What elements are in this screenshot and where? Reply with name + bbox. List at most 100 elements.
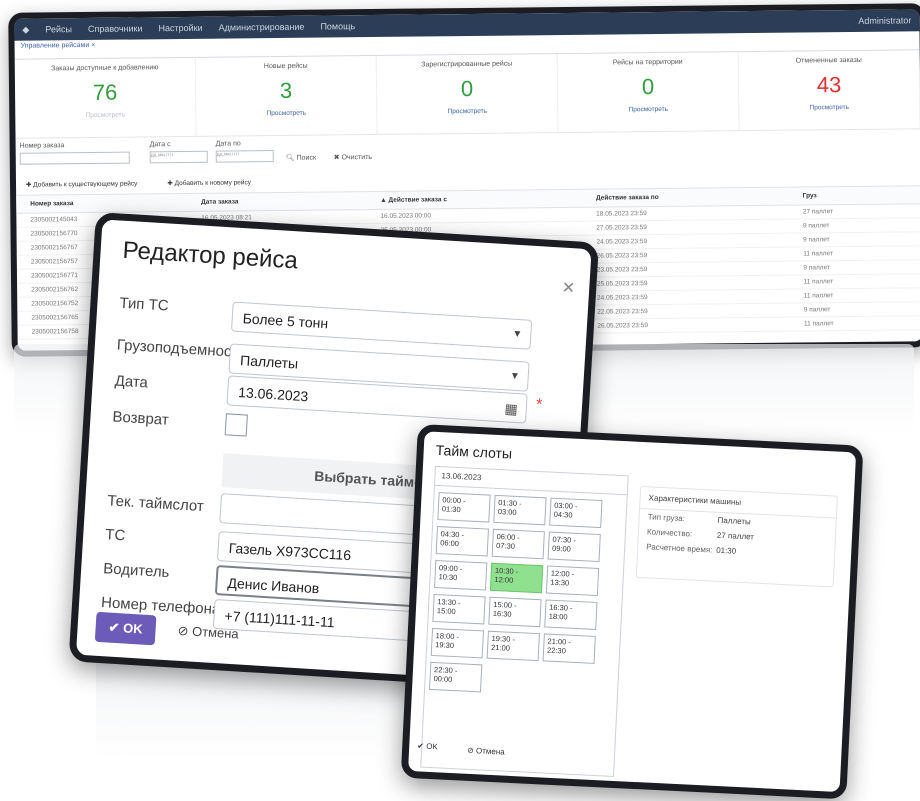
vehicle-label: ТС: [104, 526, 126, 545]
column-valid-from[interactable]: ▲ Действие заказа с: [366, 189, 583, 210]
capacity-value: Паллеты: [239, 352, 299, 372]
user-name[interactable]: Administrator: [858, 15, 911, 26]
cargo-type-label: Тип груза:: [647, 512, 686, 524]
timeslot[interactable]: 12:00 - 13:30: [545, 565, 600, 596]
timeslot[interactable]: 03:00 - 04:30: [549, 497, 603, 529]
cancel-icon: ⊘: [177, 622, 189, 639]
menu-item-references[interactable]: Справочники: [88, 23, 143, 34]
vehicle-type-select[interactable]: Более 5 тонн ▼: [230, 301, 533, 350]
timeslots-cancel-label: Отмена: [475, 746, 505, 757]
table-cell: 27 паллет: [788, 203, 920, 220]
clear-label: Очистить: [341, 154, 373, 162]
stat-label: Новые рейсы: [263, 62, 308, 71]
vehicle-details-panel: Характеристики машины Тип груза: Паллеты…: [635, 485, 839, 588]
chevron-down-icon: ▼: [509, 370, 521, 383]
timeslot[interactable]: 16:30 - 18:00: [544, 599, 598, 630]
column-order-date[interactable]: Дата заказа: [187, 191, 367, 212]
stat-cancelled-orders: Отмененные заказы 43 Просмотреть: [738, 50, 920, 131]
check-icon: ✔: [417, 741, 425, 751]
table-cell: 11 паллет: [789, 287, 920, 304]
stat-view-link[interactable]: Просмотреть: [15, 111, 195, 120]
cancel-label: Отмена: [191, 623, 240, 642]
timeslot[interactable]: 06:00 - 07:30: [491, 528, 545, 560]
menu-item-administration[interactable]: Администрирование: [219, 22, 305, 33]
cargo-type-value: Паллеты: [717, 515, 751, 527]
add-to-existing-trip-button[interactable]: ✚ Добавить к существующему рейсу: [26, 179, 137, 188]
vehicle-value: Газель Х973СС116: [228, 539, 352, 564]
check-icon: ✔: [108, 619, 121, 636]
timeslot[interactable]: 00:00 - 01:30: [437, 492, 491, 523]
timeslot[interactable]: 07:30 - 09:00: [547, 531, 601, 563]
chevron-down-icon: ▼: [512, 328, 523, 341]
timeslots-ok-button[interactable]: ✔ OK: [417, 741, 438, 751]
quantity-value: 27 паллет: [716, 530, 755, 542]
menu-item-settings[interactable]: Настройки: [158, 23, 202, 33]
date-to-input[interactable]: дд.мм.гггг: [215, 150, 274, 163]
column-order-number[interactable]: Номер заказа: [16, 193, 188, 214]
ok-button[interactable]: ✔ OK: [94, 611, 157, 646]
table-cell: 26.05.2023 23:59: [583, 317, 791, 334]
date-value: 13.06.2023: [237, 384, 309, 405]
order-number-label: Номер заказа: [19, 142, 65, 150]
date-from-input[interactable]: дд.мм.гггг: [149, 150, 208, 164]
return-label: Возврат: [112, 408, 170, 429]
phone-value: +7 (111)111-11-11: [224, 607, 336, 631]
table-cell: 9 паллет: [789, 259, 920, 276]
stat-value: 0: [641, 74, 655, 100]
stat-value: 3: [279, 77, 293, 103]
menu-item-trips[interactable]: Рейсы: [45, 24, 72, 34]
timeslot[interactable]: 22:30 - 00:00: [429, 661, 483, 693]
timeslot-selected[interactable]: 10:30 - 12:00: [489, 562, 544, 594]
cancel-button[interactable]: ⊘ Отмена: [177, 623, 239, 643]
search-label: Поиск: [296, 154, 317, 162]
clear-button[interactable]: ✖ Очистить: [334, 153, 372, 161]
stat-label: Рейсы на территории: [612, 58, 683, 67]
timeslot[interactable]: 18:00 - 19:30: [430, 627, 484, 659]
stat-view-link[interactable]: Просмотреть: [377, 107, 557, 116]
timeslot[interactable]: 15:00 - 16:30: [488, 596, 542, 628]
menu-item-help[interactable]: Помощь: [320, 21, 355, 31]
current-slot-label: Тек. таймслот: [106, 492, 205, 516]
ok-label: OK: [122, 620, 144, 637]
column-valid-to[interactable]: Действие заказа по: [581, 187, 789, 208]
stat-view-link[interactable]: Просмотреть: [558, 105, 738, 114]
timeslot[interactable]: 21:00 - 22:30: [542, 633, 596, 664]
stat-value: 76: [92, 79, 118, 105]
stat-view-link[interactable]: Просмотреть: [196, 109, 376, 118]
return-checkbox[interactable]: [224, 413, 248, 437]
stat-value: 43: [816, 72, 842, 98]
order-number-select[interactable]: [19, 151, 130, 165]
driver-value: Денис Иванов: [227, 574, 320, 597]
search-icon: 🔍︎: [285, 154, 295, 162]
stat-view-link[interactable]: Просмотреть: [739, 103, 919, 112]
timeslot[interactable]: 19:30 - 21:00: [486, 630, 540, 662]
stat-trips-on-territory: Рейсы на территории 0 Просмотреть: [557, 52, 740, 133]
table-cell: 9 паллет: [789, 231, 920, 248]
timeslot[interactable]: 13:30 - 15:00: [432, 593, 486, 625]
add-to-new-trip-button[interactable]: ✚ Добавить к новому рейсу: [167, 178, 251, 187]
date-from-filter: Дата с дд.мм.гггг: [150, 141, 208, 164]
close-icon[interactable]: ✕: [561, 278, 576, 299]
table-cell: 11 паллет: [789, 315, 920, 332]
plus-icon: ✚: [167, 180, 173, 188]
clear-icon: ✖: [333, 154, 340, 162]
stats-panel: Заказы доступные к добавлению 76 Просмот…: [14, 50, 920, 139]
date-from-label: Дата с: [149, 141, 171, 149]
stat-label: Отмененные заказы: [795, 56, 862, 65]
vehicle-type-label: Тип ТС: [118, 294, 170, 315]
timeslot[interactable]: 09:00 - 10:30: [434, 560, 488, 591]
column-valid-from-label: Действие заказа с: [388, 196, 447, 204]
timeslots-ok-label: OK: [425, 741, 438, 752]
search-button[interactable]: 🔍︎ Поиск: [286, 154, 316, 162]
calendar-icon[interactable]: ▦: [504, 393, 519, 424]
app-logo-icon: ◆: [22, 24, 30, 35]
date-to-label: Дата по: [215, 140, 241, 148]
cancel-icon: ⊘: [466, 745, 475, 756]
table-cell: 9 паллет: [789, 301, 920, 318]
timeslot[interactable]: 04:30 - 06:00: [435, 526, 489, 557]
timeslots-cancel-button[interactable]: ⊘ Отмена: [467, 746, 505, 757]
capacity-label: Грузоподъемность: [116, 336, 247, 362]
add-new-label: Добавить к новому рейсу: [174, 179, 252, 188]
timeslot[interactable]: 01:30 - 03:00: [493, 494, 547, 526]
column-cargo[interactable]: Груз: [788, 185, 920, 206]
